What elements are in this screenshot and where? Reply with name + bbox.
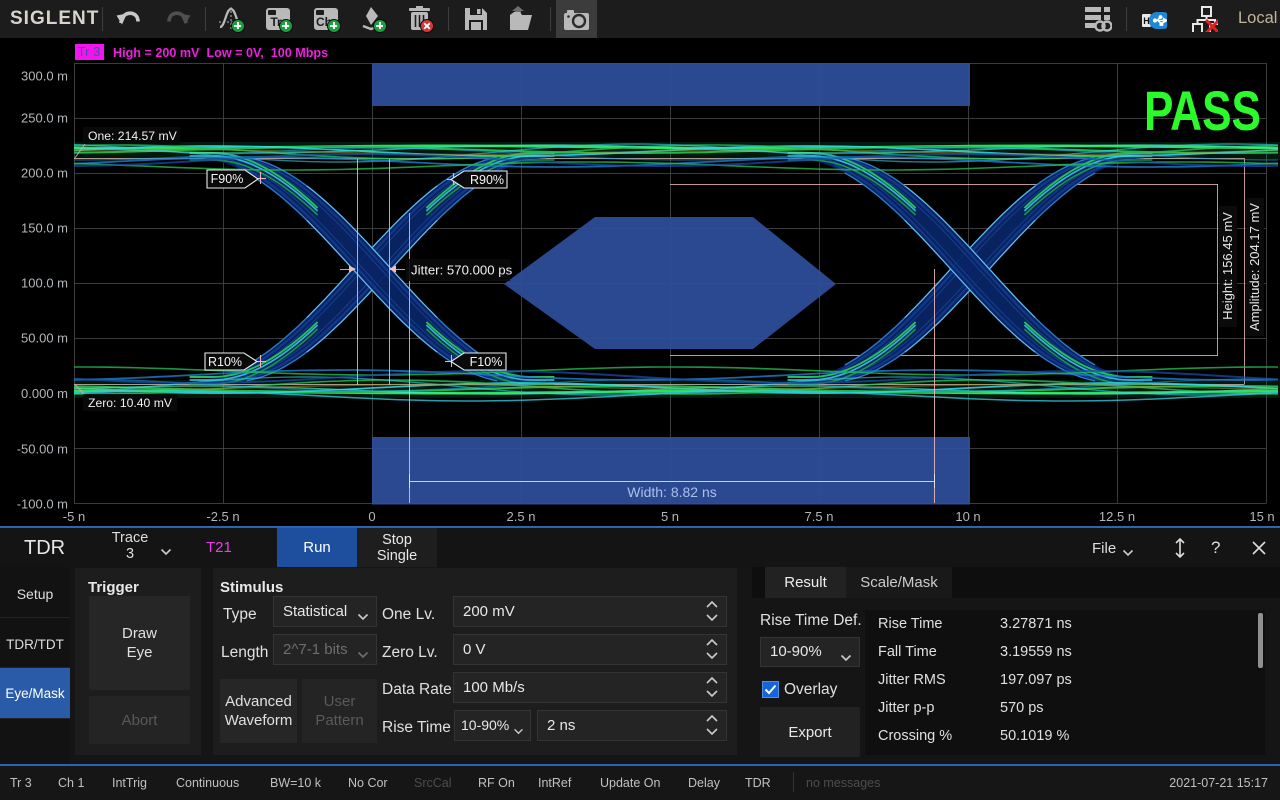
svg-text:Tr 3: Tr 3 (78, 44, 101, 59)
svg-text:-2.5 n: -2.5 n (206, 509, 239, 524)
svg-text:250.0 m: 250.0 m (21, 111, 68, 126)
svg-text:F10%: F10% (470, 355, 503, 369)
svg-text:7.5 n: 7.5 n (805, 509, 834, 524)
svg-text:Amplitude: 204.17 mV: Amplitude: 204.17 mV (1247, 203, 1262, 331)
svg-text:100.0 m: 100.0 m (21, 276, 68, 291)
svg-text:50.00 m: 50.00 m (21, 331, 68, 346)
svg-text:-50.00 m: -50.00 m (17, 442, 68, 457)
svg-text:0: 0 (368, 509, 375, 524)
svg-text:One: 214.57 mV: One: 214.57 mV (88, 129, 178, 143)
svg-text:Jitter: 570.000 ps: Jitter: 570.000 ps (411, 263, 513, 278)
svg-text:0.000 m: 0.000 m (21, 386, 68, 401)
svg-text:R10%: R10% (208, 355, 242, 369)
svg-text:Zero: 10.40 mV: Zero: 10.40 mV (88, 396, 173, 410)
svg-text:High = 200 mV Low = 0V, 100: High = 200 mV Low = 0V, 100 Mbps (113, 46, 328, 60)
svg-text:Width: 8.82 ns: Width: 8.82 ns (627, 484, 717, 500)
svg-text:200.0 m: 200.0 m (21, 166, 68, 181)
svg-text:-100.0 m: -100.0 m (17, 497, 68, 512)
svg-text:2.5 n: 2.5 n (507, 509, 536, 524)
svg-text:-5 n: -5 n (63, 509, 85, 524)
svg-text:H: H (1143, 16, 1150, 26)
svg-text:R90%: R90% (470, 173, 504, 187)
svg-text:300.0 m: 300.0 m (21, 69, 68, 84)
svg-text:15 n: 15 n (1249, 509, 1274, 524)
svg-text:10 n: 10 n (955, 509, 980, 524)
svg-text:F90%: F90% (211, 172, 244, 186)
svg-text:12.5 n: 12.5 n (1099, 509, 1135, 524)
svg-text:150.0 m: 150.0 m (21, 221, 68, 236)
svg-text:Height: 156.45 mV: Height: 156.45 mV (1220, 212, 1235, 320)
svg-text:5 n: 5 n (661, 509, 679, 524)
svg-text:PASS: PASS (1144, 79, 1261, 142)
